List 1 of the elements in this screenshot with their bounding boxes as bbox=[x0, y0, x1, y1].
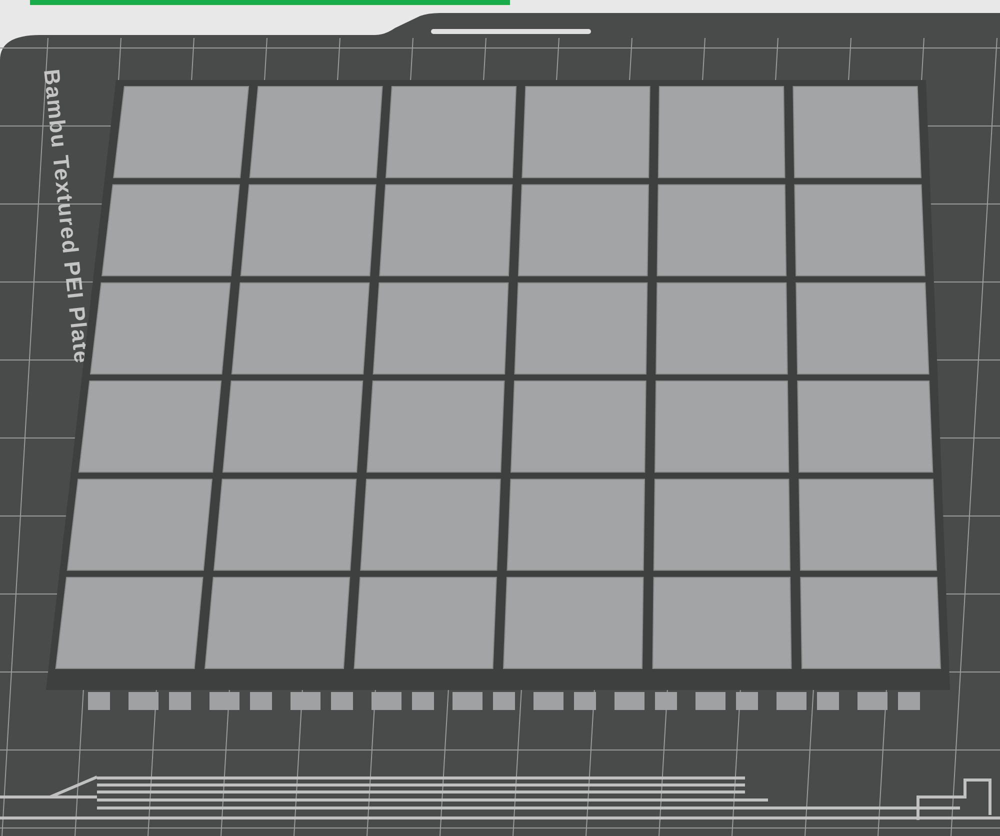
plate-label: Bambu Textured PEI Plate bbox=[39, 68, 95, 366]
